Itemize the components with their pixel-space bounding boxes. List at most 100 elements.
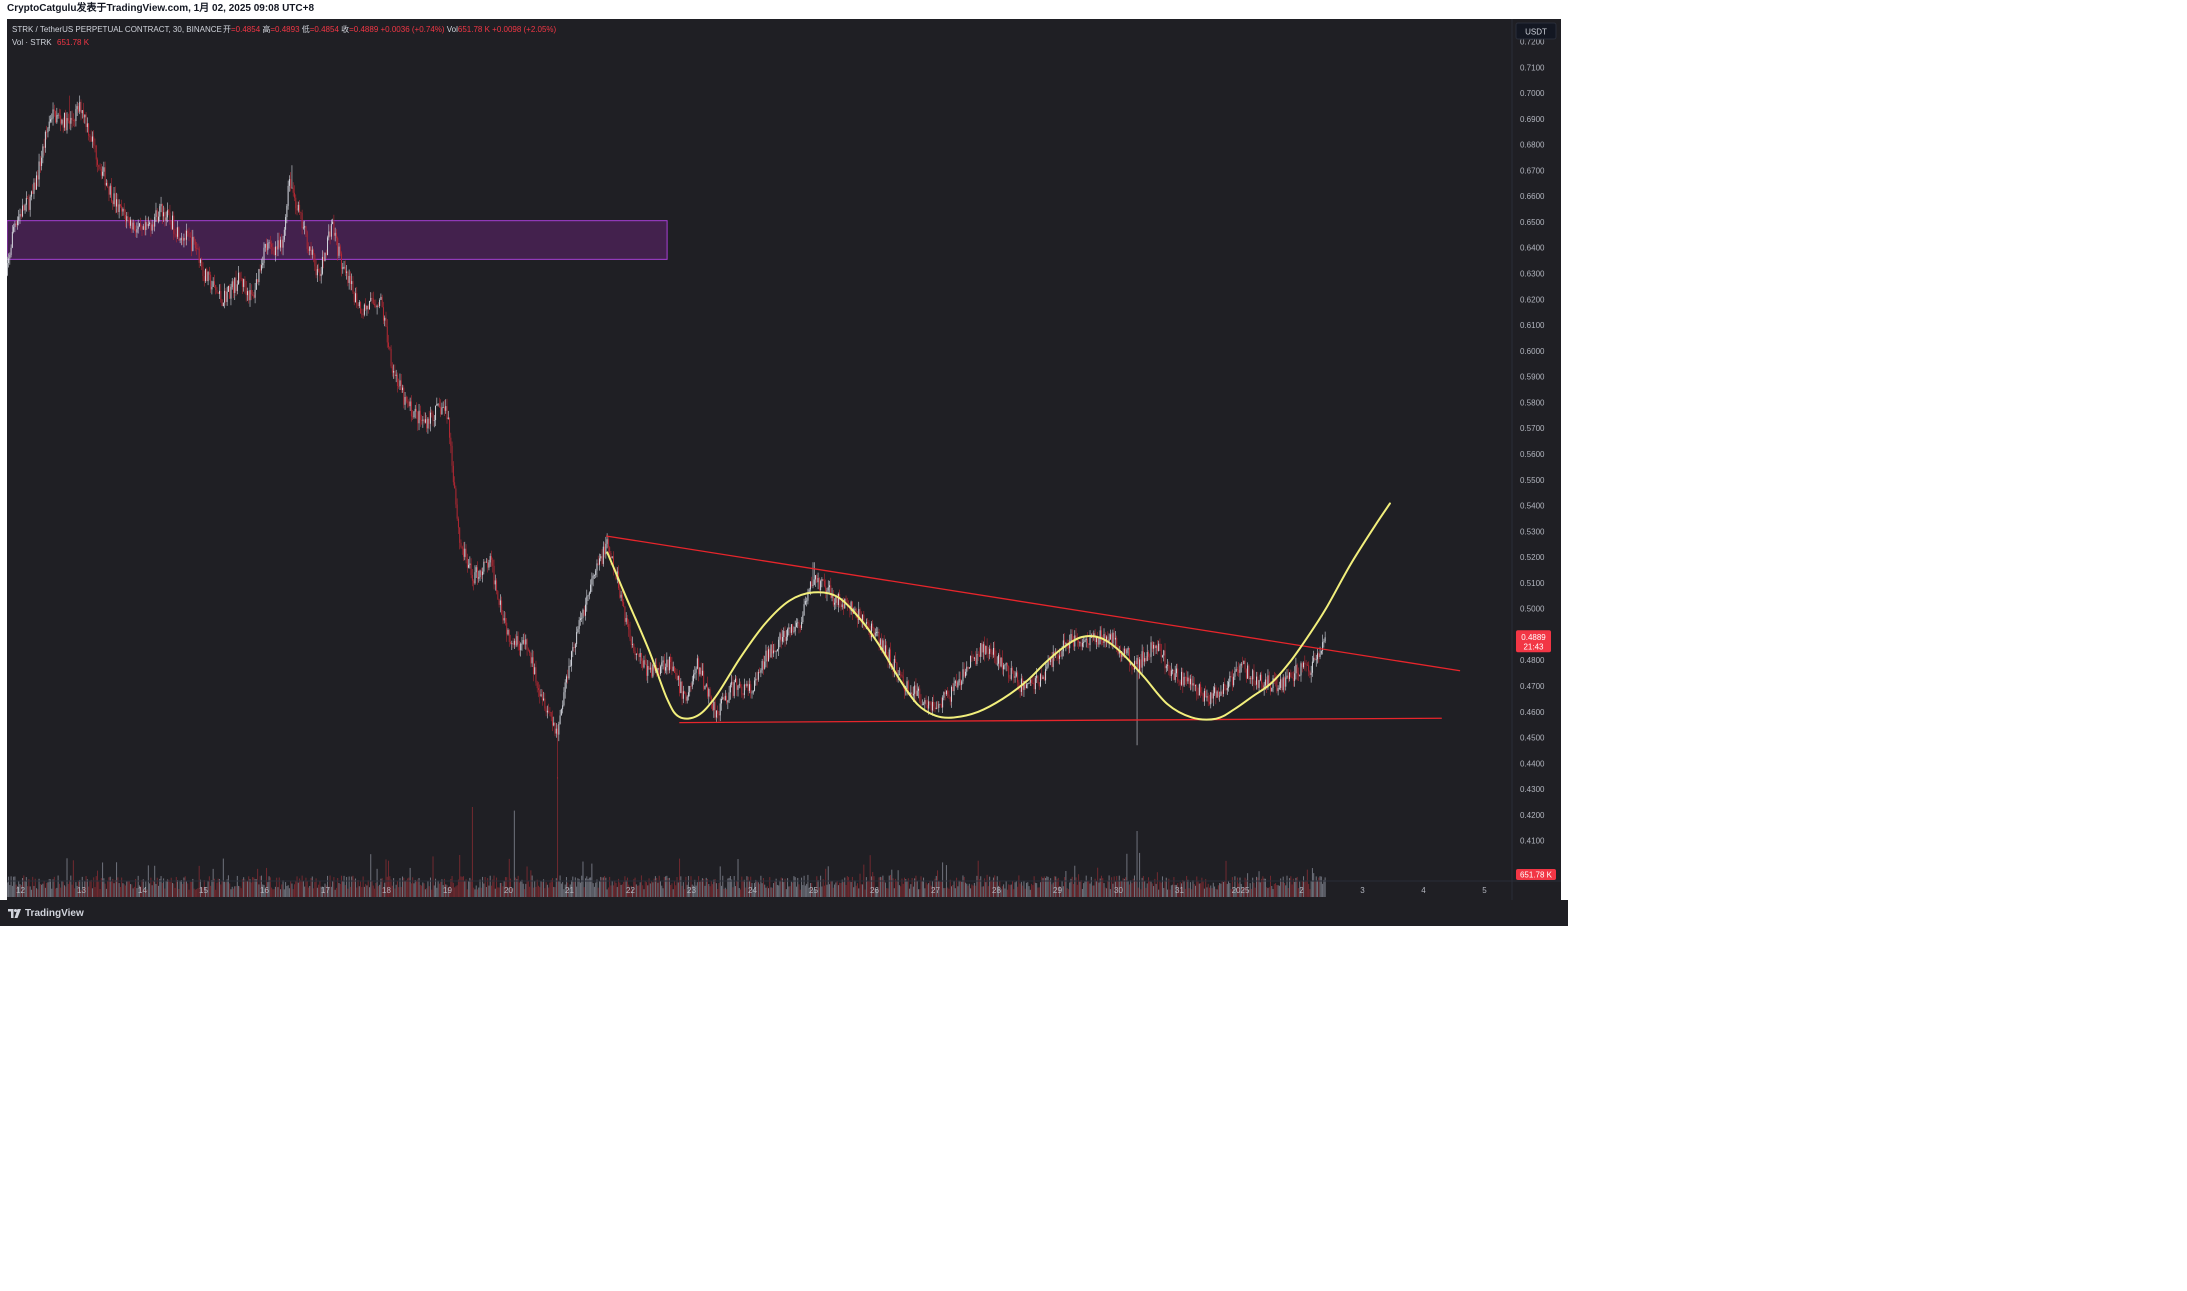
candle-body bbox=[527, 649, 529, 651]
candle-body bbox=[856, 617, 858, 620]
candle-body bbox=[738, 684, 740, 686]
candle-body bbox=[1057, 653, 1059, 659]
volume-bar bbox=[25, 877, 27, 897]
candle-body bbox=[348, 275, 350, 283]
candle-body bbox=[1125, 648, 1127, 654]
volume-bar bbox=[1219, 883, 1221, 897]
volume-bar bbox=[1277, 885, 1279, 897]
candle-body bbox=[90, 137, 92, 142]
candle-body bbox=[604, 546, 606, 555]
volume-bar bbox=[1136, 831, 1138, 897]
volume-bar bbox=[1031, 883, 1033, 897]
candle-body bbox=[919, 688, 921, 701]
volume-bar bbox=[546, 884, 548, 897]
volume-bar bbox=[1130, 880, 1132, 897]
candle-body bbox=[372, 298, 374, 304]
candle-body bbox=[577, 628, 579, 633]
candle-body bbox=[734, 678, 736, 683]
volume-bar bbox=[1273, 883, 1275, 897]
volume-bar bbox=[976, 875, 978, 897]
volume-bar bbox=[377, 886, 379, 897]
candle-body bbox=[677, 676, 679, 680]
volume-bar bbox=[680, 876, 682, 897]
candle-body bbox=[938, 704, 940, 708]
volume-bar bbox=[70, 875, 72, 897]
volume-bar bbox=[1092, 885, 1094, 897]
candle-body bbox=[867, 621, 869, 624]
candle-body bbox=[1238, 669, 1240, 673]
volume-bar bbox=[485, 886, 487, 897]
candle-body bbox=[571, 651, 573, 666]
candle-body bbox=[1276, 678, 1278, 692]
volume-bar bbox=[410, 883, 412, 897]
candle-body bbox=[551, 716, 553, 726]
candle-body bbox=[1086, 638, 1088, 644]
candle-body bbox=[1240, 663, 1242, 666]
candle-body bbox=[437, 403, 439, 405]
candle-body bbox=[770, 644, 772, 658]
volume-bar bbox=[1195, 885, 1197, 897]
volume-bar bbox=[1256, 876, 1258, 897]
candle-body bbox=[628, 624, 630, 630]
volume-bar bbox=[829, 884, 831, 897]
candle-body bbox=[512, 643, 514, 645]
candle-body bbox=[790, 624, 792, 633]
candle-body bbox=[346, 271, 348, 273]
candle-body bbox=[366, 305, 368, 310]
volume-bar bbox=[372, 885, 374, 897]
candle-body bbox=[573, 647, 575, 649]
volume-bar bbox=[152, 880, 154, 897]
volume-bar bbox=[912, 886, 914, 897]
volume-bar bbox=[606, 889, 608, 897]
volume-bar bbox=[135, 878, 137, 897]
candle-body bbox=[1224, 683, 1226, 686]
candle-body bbox=[161, 203, 163, 217]
candle-body bbox=[431, 412, 433, 414]
candle-body bbox=[926, 704, 928, 709]
volume-bar bbox=[822, 879, 824, 897]
price-chart[interactable]: 0.72000.71000.70000.69000.68000.67000.66… bbox=[7, 19, 1561, 900]
volume-bar bbox=[821, 886, 823, 897]
candle-body bbox=[1233, 676, 1235, 686]
volume-bar bbox=[353, 879, 355, 897]
candle-body bbox=[114, 193, 116, 207]
candle-body bbox=[63, 112, 65, 128]
candle-body bbox=[493, 565, 495, 585]
candle-body bbox=[1153, 645, 1155, 649]
volume-bar bbox=[311, 876, 313, 897]
candle-body bbox=[526, 639, 528, 650]
candle-body bbox=[83, 110, 85, 118]
candle-body bbox=[51, 118, 53, 120]
candle-body bbox=[920, 700, 922, 705]
time-tick: 25 bbox=[809, 886, 818, 895]
candle-body bbox=[358, 302, 360, 307]
volume-bar bbox=[845, 884, 847, 897]
candle-body bbox=[1092, 637, 1094, 639]
volume-bar bbox=[837, 885, 839, 897]
time-tick: 27 bbox=[931, 886, 940, 895]
candle-body bbox=[724, 695, 726, 701]
volume-bar bbox=[292, 889, 294, 897]
volume-bar bbox=[48, 878, 50, 897]
volume-bar bbox=[867, 880, 869, 897]
candle-body bbox=[42, 146, 44, 158]
volume-bar bbox=[972, 885, 974, 897]
volume-bar bbox=[1164, 881, 1166, 897]
tradingview-logo[interactable]: TradingView bbox=[8, 908, 84, 919]
volume-bar bbox=[581, 875, 583, 897]
candle-body bbox=[1132, 668, 1134, 670]
volume-bar bbox=[29, 886, 31, 897]
candle-body bbox=[262, 262, 264, 266]
chart-area[interactable]: 0.7200 0.7100 0.7000 0.6900 0.6800 0.6700 0.66… bbox=[7, 19, 1561, 900]
candle-body bbox=[375, 305, 377, 308]
candle-body bbox=[705, 684, 707, 687]
candle-body bbox=[402, 387, 404, 391]
candle-body bbox=[1221, 691, 1223, 694]
currency-button[interactable]: USDT bbox=[1515, 22, 1557, 40]
volume-bar bbox=[1032, 885, 1034, 897]
candle-body bbox=[806, 600, 808, 602]
volume-bar bbox=[32, 876, 34, 897]
candle-body bbox=[1043, 676, 1045, 681]
candle-body bbox=[403, 387, 405, 405]
volume-bar bbox=[614, 880, 616, 897]
